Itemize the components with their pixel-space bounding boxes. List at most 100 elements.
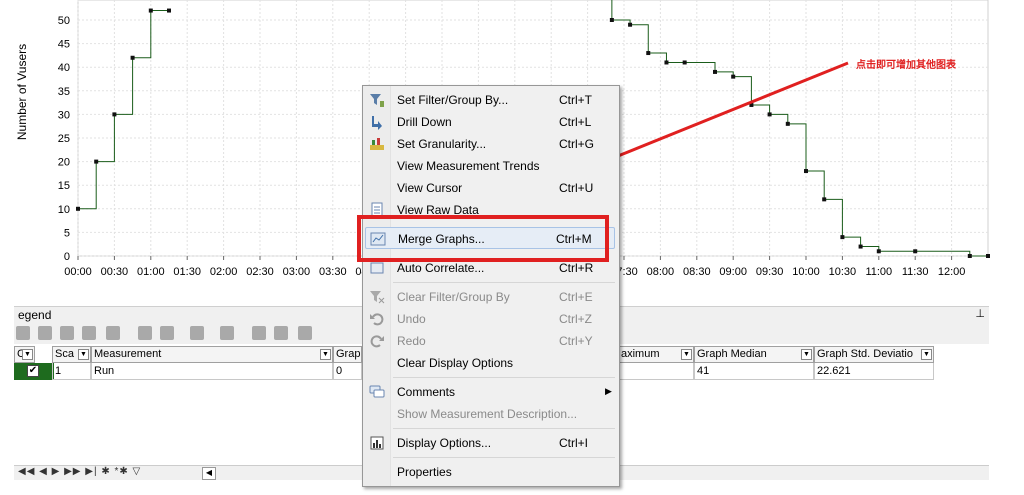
menu-item-clear-display-options[interactable]: Clear Display Options	[365, 352, 615, 374]
col-header-color[interactable]: Col▼	[14, 346, 35, 363]
data-point	[130, 55, 135, 60]
cell-graph-min: 0	[333, 363, 362, 380]
data-point	[76, 206, 80, 211]
undo-icon	[370, 313, 384, 326]
menu-item-drill-down[interactable]: Drill Down Ctrl+L	[365, 111, 615, 133]
menu-item-undo[interactable]: Undo Ctrl+Z	[365, 308, 615, 330]
x-tick-label: 09:30	[756, 266, 784, 278]
data-point	[767, 112, 772, 117]
data-point	[646, 51, 651, 56]
data-point	[858, 244, 863, 249]
y-tick-label: 0	[64, 251, 70, 263]
toolbar-icon-1[interactable]	[16, 326, 30, 340]
data-point	[840, 235, 845, 240]
submenu-arrow-icon: ▶	[605, 386, 612, 396]
y-tick-label: 10	[58, 204, 70, 216]
navigator-buttons[interactable]: ◀◀ ◀ ▶ ▶▶ ▶| ✱ *✱ ▽	[18, 466, 141, 477]
data-point	[112, 112, 117, 117]
filter-icon	[370, 94, 384, 107]
data-point	[731, 74, 736, 79]
col-header-graph-std[interactable]: Graph Std. Deviatio ▼	[814, 346, 934, 363]
menu-item-display-options[interactable]: Display Options... Ctrl+I	[365, 432, 615, 454]
menu-separator	[393, 377, 615, 378]
col-header-graph-min[interactable]: Graph	[333, 346, 362, 363]
x-tick-label: 01:30	[173, 266, 201, 278]
x-tick-label: 08:00	[647, 266, 675, 278]
menu-item-merge-graphs[interactable]: Merge Graphs... Ctrl+M	[365, 227, 615, 249]
drill-down-icon	[372, 116, 382, 130]
cell-measurement: Run	[91, 363, 333, 380]
data-point	[822, 197, 827, 202]
toolbar-icon-7[interactable]	[160, 326, 174, 340]
redo-icon	[370, 335, 384, 348]
menu-item-comments[interactable]: Comments ▶	[365, 381, 615, 403]
menu-item-show-description[interactable]: Show Measurement Description...	[365, 403, 615, 425]
x-tick-label: 03:00	[283, 266, 311, 278]
menu-item-view-cursor[interactable]: View Cursor Ctrl+U	[365, 177, 615, 199]
x-tick-label: 00:30	[101, 266, 129, 278]
y-tick-label: 20	[58, 157, 70, 169]
toolbar-icon-11[interactable]	[274, 326, 288, 340]
menu-item-set-granularity[interactable]: Set Granularity... Ctrl+G	[365, 133, 615, 155]
data-point	[785, 121, 790, 126]
menu-separator	[393, 282, 615, 283]
toolbar-icon-5[interactable]	[106, 326, 120, 340]
toolbar-icon-8[interactable]	[190, 326, 204, 340]
cell-scale: 1	[52, 363, 91, 380]
pin-icon[interactable]: ⊥	[975, 307, 985, 320]
col-header-measurement[interactable]: Measurement ▼	[91, 346, 333, 363]
data-point	[148, 8, 153, 13]
x-tick-label: 11:30	[902, 266, 929, 278]
x-tick-label: 11:00	[865, 266, 892, 278]
data-point	[664, 60, 669, 65]
context-menu: Set Filter/Group By... Ctrl+T Drill Down C…	[362, 85, 620, 487]
x-tick-label: 00:00	[64, 266, 92, 278]
comments-icon	[369, 385, 385, 398]
y-tick-label: 50	[58, 15, 70, 27]
y-axis-ticks: 0 5 10 15 20 25 30 35 40 45 50	[58, 15, 70, 263]
data-point	[913, 249, 918, 254]
menu-item-view-raw-data[interactable]: View Raw Data	[365, 199, 615, 221]
toolbar-icon-9[interactable]	[220, 326, 234, 340]
toolbar-icon-12[interactable]	[298, 326, 312, 340]
toolbar-icon-4[interactable]	[82, 326, 96, 340]
data-point	[876, 249, 881, 254]
x-tick-label: 01:00	[137, 266, 165, 278]
chevron-down-icon[interactable]: ▼	[801, 349, 812, 360]
granularity-icon	[370, 138, 384, 150]
menu-item-view-trends[interactable]: View Measurement Trends	[365, 155, 615, 177]
chevron-down-icon[interactable]: ▼	[681, 349, 692, 360]
menu-item-clear-filter[interactable]: Clear Filter/Group By Ctrl+E	[365, 286, 615, 308]
chevron-down-icon[interactable]: ▼	[320, 349, 331, 360]
x-tick-label: 02:00	[210, 266, 238, 278]
x-tick-label: 02:30	[246, 266, 274, 278]
clear-filter-icon	[370, 291, 385, 304]
menu-separator	[393, 428, 615, 429]
toolbar-icon-10[interactable]	[252, 326, 266, 340]
chevron-down-icon[interactable]: ▼	[78, 349, 89, 360]
row-checkbox[interactable]: ✔	[27, 365, 39, 377]
y-axis-label: Number of Vusers	[15, 44, 29, 140]
toolbar-icon-2[interactable]	[38, 326, 52, 340]
raw-data-icon	[371, 202, 383, 218]
toolbar-icon-3[interactable]	[60, 326, 74, 340]
merge-graphs-icon	[370, 232, 386, 246]
data-point	[967, 254, 972, 258]
data-point	[609, 18, 614, 22]
auto-correlate-icon	[370, 262, 384, 274]
col-header-graph-median[interactable]: Graph Median ▼	[694, 346, 814, 363]
chevron-down-icon[interactable]: ▼	[921, 349, 932, 360]
col-header-graph-max[interactable]: aximum ▼	[618, 346, 694, 363]
legend-title: egend	[18, 308, 52, 322]
chevron-down-icon[interactable]: ▼	[22, 349, 33, 360]
scroll-left-icon[interactable]: ◀	[202, 467, 216, 480]
menu-item-properties[interactable]: Properties	[365, 461, 615, 483]
menu-item-redo[interactable]: Redo Ctrl+Y	[365, 330, 615, 352]
x-tick-label: 08:30	[683, 266, 711, 278]
data-point	[628, 22, 633, 27]
col-header-scale[interactable]: Sca ▼	[52, 346, 91, 363]
menu-item-auto-correlate[interactable]: Auto Correlate... Ctrl+R	[365, 257, 615, 279]
menu-item-set-filter[interactable]: Set Filter/Group By... Ctrl+T	[365, 89, 615, 111]
toolbar-icon-6[interactable]	[138, 326, 152, 340]
y-tick-label: 45	[58, 39, 70, 51]
